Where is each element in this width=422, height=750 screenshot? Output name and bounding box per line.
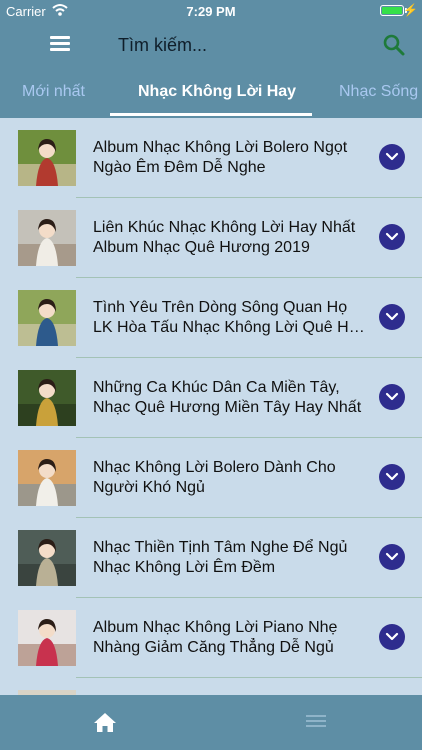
list-icon[interactable]: [306, 713, 326, 729]
song-row[interactable]: Nhạc Không Lời Bolero Dành Cho Người Khó …: [0, 438, 422, 518]
charging-icon: ⚡: [403, 3, 418, 17]
song-title-line-1: Album Nhạc Không Lời Piano Nhẹ: [93, 619, 338, 636]
song-title-line-1: Album Nhạc Không Lời Bolero Ngọt: [93, 139, 348, 156]
bottom-tab-bar: [0, 695, 422, 750]
song-thumbnail: [18, 210, 76, 266]
song-title-line-2: Nhạc Quê Hương Miền Tây Hay Nhất: [93, 399, 362, 416]
song-title-line-1: Liên Khúc Nhạc Không Lời Hay Nhất: [93, 219, 356, 236]
song-title: Nhạc Không Lời Bolero Dành Cho Người Khó …: [93, 458, 369, 498]
chevron-down-icon[interactable]: [379, 624, 405, 650]
song-row[interactable]: Album Nhạc Không Lời Bolero Ngọt Ngào Êm …: [0, 118, 422, 198]
status-bar: Carrier 7:29 PM ⚡: [0, 0, 422, 22]
song-thumbnail: [18, 450, 76, 506]
song-thumbnail: [18, 130, 76, 186]
song-title-line-1: Nhạc Thiền Tịnh Tâm Nghe Để Ngủ: [93, 539, 348, 556]
song-title-line-2: Nhàng Giảm Căng Thẳng Dễ Ngủ: [93, 639, 334, 656]
song-title: Album Nhạc Không Lời Bolero Ngọt Ngào Êm …: [93, 138, 369, 178]
song-thumbnail: [18, 610, 76, 666]
song-title: Tình Yêu Trên Dòng Sông Quan Họ LK Hòa Tấ…: [93, 298, 369, 338]
chevron-down-icon[interactable]: [379, 544, 405, 570]
song-title-line-2: Ngào Êm Đêm Dễ Nghe: [93, 159, 266, 176]
chevron-down-icon[interactable]: [379, 464, 405, 490]
top-navbar: Tìm kiếm...: [0, 22, 422, 68]
tab-nhac-khong-loi-hay[interactable]: Nhạc Không Lời Hay: [138, 83, 296, 101]
search-icon[interactable]: [380, 31, 408, 59]
song-row[interactable]: Nhạc Thiền Tịnh Tâm Nghe Để Ngủ Nhạc Khôn…: [0, 518, 422, 598]
song-row[interactable]: Những Ca Khúc Dân Ca Miền Tây, Nhạc Quê H…: [0, 358, 422, 438]
chevron-down-icon[interactable]: [379, 144, 405, 170]
song-list[interactable]: Album Nhạc Không Lời Bolero Ngọt Ngào Êm …: [0, 118, 422, 695]
chevron-down-icon[interactable]: [379, 384, 405, 410]
song-row[interactable]: Tình Yêu Trên Dòng Sông Quan Họ LK Hòa Tấ…: [0, 278, 422, 358]
song-title-line-2: LK Hòa Tấu Nhạc Không Lời Quê Hương: [93, 319, 369, 336]
song-thumbnail: [18, 290, 76, 346]
song-row[interactable]: Liên Khúc Nhạc Không Lời Hay Nhất Album N…: [0, 198, 422, 278]
song-title-line-1: Tình Yêu Trên Dòng Sông Quan Họ: [93, 299, 348, 316]
song-title: Nhạc Thiền Tịnh Tâm Nghe Để Ngủ Nhạc Khôn…: [93, 538, 369, 578]
song-row[interactable]: [0, 678, 422, 695]
tab-nhac-song-hay[interactable]: Nhạc Sống Hay: [339, 83, 422, 101]
tab-moi-nhat[interactable]: Mới nhất: [22, 83, 85, 101]
song-title-line-2: Album Nhạc Quê Hương 2019: [93, 239, 310, 256]
battery-fill: [382, 7, 402, 14]
search-field[interactable]: Tìm kiếm...: [118, 35, 358, 56]
chevron-down-icon[interactable]: [379, 224, 405, 250]
battery-icon: [380, 5, 404, 16]
song-row[interactable]: Album Nhạc Không Lời Piano Nhẹ Nhàng Giảm…: [0, 598, 422, 678]
song-title: Album Nhạc Không Lời Piano Nhẹ Nhàng Giảm…: [93, 618, 369, 658]
hamburger-menu-icon[interactable]: [50, 34, 72, 52]
chevron-down-icon[interactable]: [379, 304, 405, 330]
song-thumbnail: [18, 530, 76, 586]
song-title-line-2: Nhạc Không Lời Êm Đềm: [93, 559, 276, 576]
song-title: Những Ca Khúc Dân Ca Miền Tây, Nhạc Quê H…: [93, 378, 369, 418]
song-title-line-1: Những Ca Khúc Dân Ca Miền Tây,: [93, 379, 340, 396]
song-title-line-2: Người Khó Ngủ: [93, 479, 205, 496]
active-tab-indicator: [110, 113, 312, 116]
category-tabs: Mới nhất Nhạc Không Lời Hay Nhạc Sống Ha…: [0, 68, 422, 118]
clock: 7:29 PM: [186, 4, 236, 19]
song-title: Liên Khúc Nhạc Không Lời Hay Nhất Album N…: [93, 218, 369, 258]
song-title-line-1: Nhạc Không Lời Bolero Dành Cho: [93, 459, 336, 476]
song-thumbnail: [18, 370, 76, 426]
home-icon[interactable]: [93, 711, 117, 733]
